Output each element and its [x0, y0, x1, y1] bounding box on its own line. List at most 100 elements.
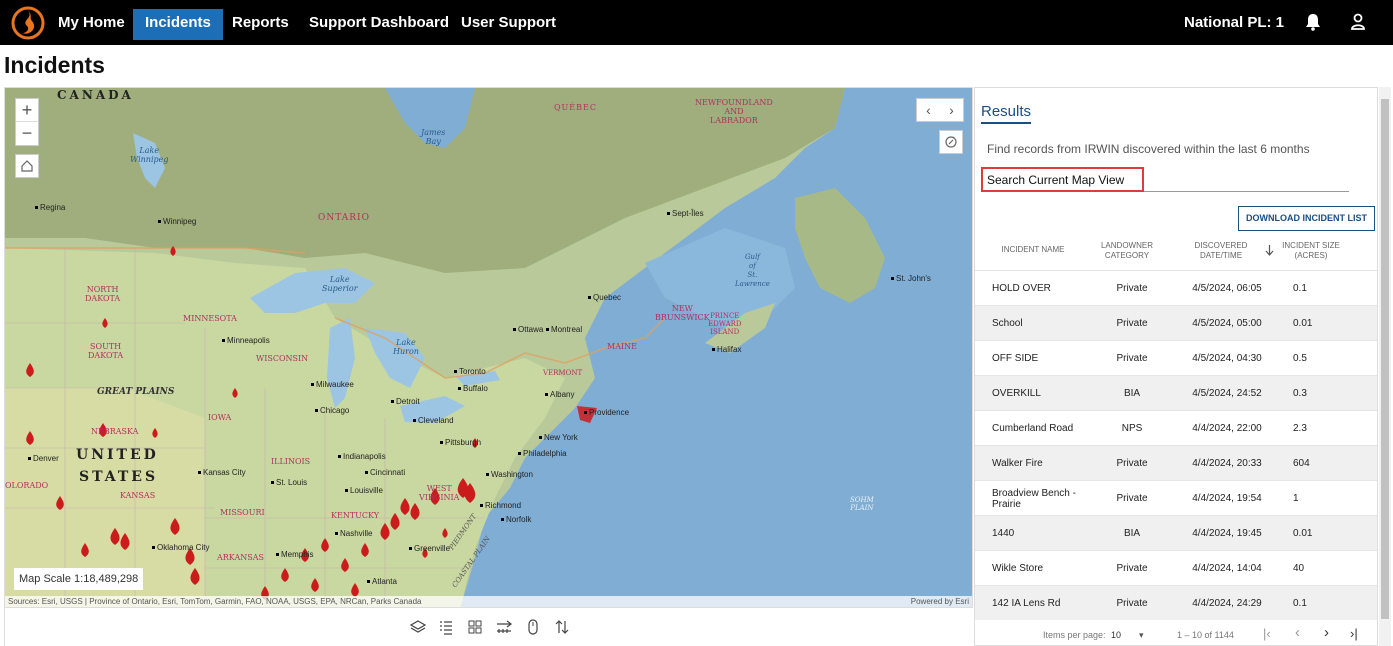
first-page-icon[interactable]: |‹ — [1263, 626, 1271, 641]
map-home-button[interactable] — [15, 154, 39, 178]
download-incident-list-button[interactable]: DOWNLOAD INCIDENT LIST — [1238, 206, 1375, 231]
cell-landowner: BIA — [1123, 528, 1141, 539]
cell-incident-name: School — [992, 318, 1023, 329]
table-row[interactable]: Wikle Store Private 4/4/2024, 14:04 40 — [975, 550, 1377, 585]
label-arkansas: ARKANSAS — [217, 553, 264, 562]
cell-landowner: Private — [1116, 493, 1148, 504]
compass-button[interactable] — [939, 130, 963, 154]
label-sohm-1: SOHM — [850, 496, 874, 504]
cell-discovered-date: 4/5/2024, 04:30 — [1192, 353, 1262, 364]
zoom-in-button[interactable]: + — [16, 99, 38, 122]
city-label: Buffalo — [458, 384, 488, 393]
table-row[interactable]: School Private 4/5/2024, 05:00 0.01 — [975, 305, 1377, 340]
user-account-icon[interactable] — [1350, 13, 1366, 31]
column-header-incident-size[interactable]: INCIDENT SIZE (ACRES) — [1275, 241, 1347, 261]
cell-discovered-date: 4/5/2024, 24:52 — [1192, 388, 1262, 399]
table-row[interactable]: OFF SIDE Private 4/5/2024, 04:30 0.5 — [975, 340, 1377, 375]
table-row[interactable]: HOLD OVER Private 4/5/2024, 06:05 0.1 — [975, 270, 1377, 305]
next-page-icon[interactable]: › — [1324, 624, 1329, 641]
nav-incidents[interactable]: Incidents — [133, 9, 223, 40]
cell-landowner: NPS — [1121, 423, 1143, 434]
city-label: Winnipeg — [158, 217, 196, 226]
label-missouri: MISSOURI — [220, 508, 265, 517]
table-row[interactable]: 1440 BIA 4/4/2024, 19:45 0.01 — [975, 515, 1377, 550]
attribution-text: Sources: Esri, USGS | Province of Ontari… — [8, 597, 422, 606]
label-lake-huron: Lake Huron — [393, 338, 419, 356]
city-label: Oklahoma City — [152, 543, 209, 552]
cell-incident-name: 142 IA Lens Rd — [992, 598, 1061, 609]
powered-by-text[interactable]: Powered by Esri — [911, 596, 969, 607]
label-lake-huron-1: Lake — [396, 338, 416, 347]
table-row[interactable]: OVERKILL BIA 4/5/2024, 24:52 0.3 — [975, 375, 1377, 410]
table-row[interactable]: Walker Fire Private 4/4/2024, 20:33 604 — [975, 445, 1377, 480]
cell-incident-size: 40 — [1293, 563, 1305, 574]
map-view-navigation: ‹ › — [916, 98, 964, 122]
bell-icon[interactable] — [1305, 13, 1321, 31]
previous-view-button[interactable]: ‹ — [917, 99, 940, 121]
table-row[interactable]: 142 IA Lens Rd Private 4/4/2024, 24:29 0.1 — [975, 585, 1377, 620]
nav-reports[interactable]: Reports — [220, 0, 301, 45]
basemap-gallery-icon[interactable] — [467, 619, 483, 635]
nav-support-dashboard[interactable]: Support Dashboard — [297, 0, 461, 45]
label-sd-1: SOUTH — [90, 342, 122, 351]
label-ontario: ONTARIO — [318, 213, 370, 223]
city-label: New York — [539, 433, 578, 442]
table-row[interactable]: Cumberland Road NPS 4/4/2024, 22:00 2.3 — [975, 410, 1377, 445]
label-states: STATES — [79, 469, 159, 485]
scrollbar-thumb[interactable] — [1381, 99, 1389, 619]
sort-arrows-icon[interactable] — [554, 619, 570, 635]
cell-incident-name: HOLD OVER — [992, 283, 1051, 294]
label-pei: PRINCE EDWARD ISLAND — [708, 312, 742, 336]
city-label: Denver — [28, 454, 59, 463]
nav-my-home[interactable]: My Home — [46, 0, 137, 45]
city-label: Greenville — [409, 544, 450, 553]
next-view-button[interactable]: › — [940, 99, 963, 121]
sort-descending-icon[interactable] — [1265, 244, 1274, 256]
city-label: Providence — [584, 408, 629, 417]
column-header-landowner-category[interactable]: LANDOWNER CATEGORY — [1093, 241, 1161, 261]
label-illinois: ILLINOIS — [271, 457, 311, 466]
city-label: Pittsburgh — [440, 438, 481, 447]
table-row[interactable]: Broadview Bench - Prairie Private 4/4/2024… — [975, 480, 1377, 515]
search-current-map-view[interactable]: Search Current Map View — [981, 167, 1144, 192]
label-nebraska: NEBRASKA — [91, 427, 139, 436]
label-james-bay-1: James — [421, 128, 446, 137]
label-quebec: QUÉBEC — [554, 103, 597, 112]
cell-discovered-date: 4/4/2024, 22:00 — [1192, 423, 1262, 434]
layers-icon[interactable] — [410, 619, 426, 635]
previous-page-icon[interactable]: ‹ — [1295, 624, 1300, 641]
label-maine: MAINE — [607, 342, 637, 351]
cell-incident-size: 1 — [1293, 493, 1299, 504]
cell-discovered-date: 4/4/2024, 14:04 — [1192, 563, 1262, 574]
city-label: Albany — [545, 390, 574, 399]
nav-user-support[interactable]: User Support — [449, 0, 568, 45]
column-header-discovered-date[interactable]: DISCOVERED DATE/TIME — [1185, 241, 1257, 261]
cell-landowner: Private — [1116, 598, 1148, 609]
column-header-incident-name[interactable]: INCIDENT NAME — [993, 245, 1073, 255]
cell-discovered-date: 4/4/2024, 19:54 — [1192, 493, 1262, 504]
label-pei-2: EDWARD — [708, 320, 742, 328]
cell-discovered-date: 4/4/2024, 24:29 — [1192, 598, 1262, 609]
city-label: Louisville — [345, 486, 383, 495]
home-icon — [21, 160, 33, 172]
items-per-page-select[interactable]: 10 — [1111, 630, 1121, 640]
label-kentucky: KENTUCKY — [331, 511, 380, 520]
label-sohm-2: PLAIN — [850, 504, 874, 512]
city-label: Indianapolis — [338, 452, 386, 461]
label-lake-superior: Lake Superior — [322, 275, 358, 293]
label-wisconsin: WISCONSIN — [256, 354, 309, 363]
tab-results[interactable]: Results — [981, 103, 1032, 124]
last-page-icon[interactable]: ›| — [1350, 626, 1358, 641]
label-gulf-1: Gulf — [744, 253, 760, 261]
city-label: Philadelphia — [518, 449, 567, 458]
zoom-out-button[interactable]: − — [16, 122, 38, 145]
incident-map[interactable]: CANADA ONTARIO QUÉBEC NEWFOUNDLAND AND L… — [4, 87, 973, 608]
app-logo-icon[interactable] — [11, 6, 45, 40]
mouse-icon[interactable] — [525, 619, 541, 635]
chevron-down-icon[interactable]: ▾ — [1139, 630, 1144, 641]
label-james-bay: James Bay — [421, 128, 445, 146]
legend-icon[interactable] — [438, 619, 454, 635]
results-description: Find records from IRWIN discovered withi… — [987, 142, 1310, 156]
panel-scrollbar[interactable] — [1379, 87, 1391, 646]
measure-icon[interactable] — [496, 619, 512, 635]
